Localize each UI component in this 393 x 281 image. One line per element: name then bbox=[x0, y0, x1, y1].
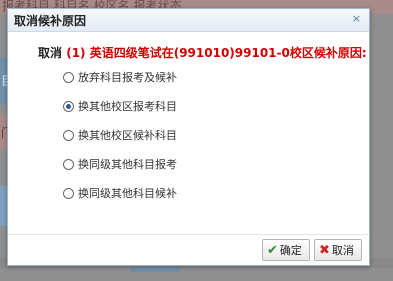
reason-option-label: 换其他校区报考科目 bbox=[78, 100, 177, 113]
dialog-footer: ✔ 确定 ✖ 取消 bbox=[8, 234, 369, 265]
reason-option-label: 换同级其他科目报考 bbox=[78, 158, 177, 171]
confirm-button-label: 确定 bbox=[279, 244, 302, 257]
radio-button[interactable] bbox=[63, 158, 74, 170]
prompt-prefix: 取消 bbox=[38, 46, 63, 60]
reason-option-same-level-register[interactable]: 换同级其他科目报考 bbox=[63, 156, 177, 172]
radio-button[interactable] bbox=[63, 129, 74, 141]
cancel-button-label: 取消 bbox=[331, 244, 354, 257]
reason-option-other-campus-register[interactable]: 换其他校区报考科目 bbox=[63, 98, 177, 114]
cancel-button[interactable]: ✖ 取消 bbox=[314, 239, 362, 261]
confirm-button[interactable]: ✔ 确定 bbox=[262, 239, 310, 261]
reason-option-abandon[interactable]: 放弃科目报考及候补 bbox=[63, 69, 177, 85]
background-button bbox=[130, 268, 180, 272]
reason-option-label: 放弃科目报考及候补 bbox=[78, 71, 177, 84]
cancel-reason-prompt: 取消 (1) 英语四级笔试在(991010)99101-0校区候补原因: bbox=[38, 44, 367, 61]
prompt-course: (1) 英语四级笔试 bbox=[66, 46, 162, 60]
dialog-title: 取消候补原因 bbox=[14, 14, 87, 28]
cross-icon: ✖ bbox=[319, 242, 330, 258]
check-icon: ✔ bbox=[267, 242, 278, 258]
close-icon[interactable]: × bbox=[352, 12, 361, 25]
reason-option-other-campus-waitlist[interactable]: 换其他校区候补科目 bbox=[63, 127, 177, 143]
reason-option-label: 换同级其他科目候补 bbox=[78, 187, 177, 200]
prompt-suffix: 候补原因: bbox=[313, 46, 367, 60]
reason-option-same-level-waitlist[interactable]: 换同级其他科目候补 bbox=[63, 185, 177, 201]
prompt-middle: 在 bbox=[161, 46, 174, 60]
cancel-waitlist-dialog: 取消候补原因 × 取消 (1) 英语四级笔试在(991010)99101-0校区… bbox=[7, 8, 370, 266]
prompt-code: (991010)99101-0校区 bbox=[173, 46, 314, 60]
reason-option-label: 换其他校区候补科目 bbox=[78, 129, 177, 142]
radio-button-selected[interactable] bbox=[63, 100, 74, 112]
dialog-header: 取消候补原因 × bbox=[8, 9, 369, 32]
radio-button[interactable] bbox=[63, 187, 74, 199]
radio-button[interactable] bbox=[63, 71, 74, 83]
